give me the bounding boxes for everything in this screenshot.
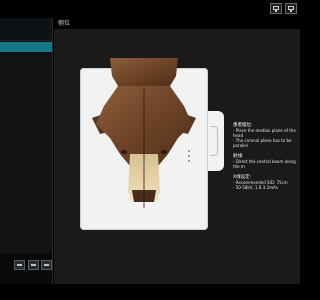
menu-icon[interactable] [41,260,52,270]
plate-handle [210,126,218,156]
monitor-icon[interactable] [270,3,282,14]
list-icon[interactable] [14,260,25,270]
note-line: - The coronal plane has to be parallel [233,138,292,148]
setting-line: - 50-58kV, 1.6-3.2mAs [233,185,278,190]
left-panel-header [0,18,52,41]
bottom-bar [0,284,300,300]
left-panel-footer [0,254,52,284]
panel-title: 侧位 [58,20,71,27]
selected-list-item[interactable] [0,42,52,52]
grid-icon[interactable] [28,260,39,270]
display-icon[interactable] [285,3,297,14]
main-panel-header: 侧位 [54,18,300,29]
left-panel [0,18,53,284]
positioning-illustration [92,58,196,208]
main-panel: 侧位 患者摆位: - Place the median plane of the… [54,18,300,284]
instruction-panel: 患者摆位: - Place the median plane of the he… [233,121,299,190]
top-bar [0,0,300,18]
beam-line: - Direct the central beam along the m [233,159,296,169]
note-line: - Place the median plane of the head [233,128,296,138]
